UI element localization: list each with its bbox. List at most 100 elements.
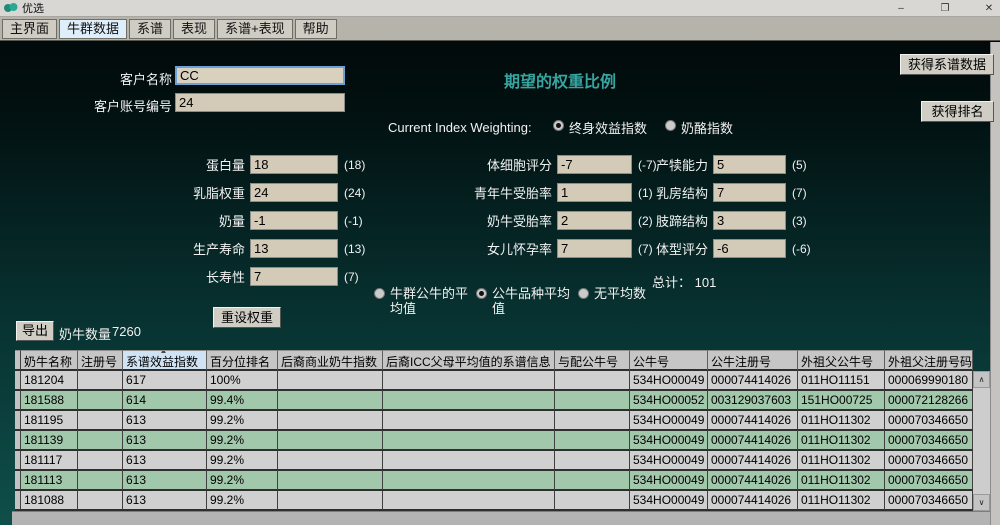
- table-cell[interactable]: [78, 391, 123, 411]
- table-cell[interactable]: 534HO00052: [630, 391, 708, 411]
- table-cell[interactable]: 003129037603: [708, 391, 798, 411]
- table-cell[interactable]: [383, 371, 555, 391]
- table-cell[interactable]: [78, 491, 123, 511]
- table-cell[interactable]: [278, 431, 383, 451]
- table-cell[interactable]: 181588: [21, 391, 78, 411]
- table-cell[interactable]: 151HO00725: [798, 391, 885, 411]
- column-header[interactable]: 外祖父公牛号: [798, 350, 885, 371]
- table-cell[interactable]: [383, 491, 555, 511]
- customer-account-input[interactable]: [175, 93, 345, 112]
- table-cell[interactable]: 534HO00049: [630, 411, 708, 431]
- radio-cheese-index[interactable]: 奶酪指数: [665, 118, 733, 137]
- table-cell[interactable]: 000070346650: [885, 411, 973, 431]
- table-row[interactable]: 18111761399.2%534HO00049000074414026011H…: [15, 451, 973, 471]
- tab-performance[interactable]: 表现: [173, 19, 215, 39]
- table-cell[interactable]: 000070346650: [885, 491, 973, 511]
- customer-name-input[interactable]: [175, 66, 345, 85]
- table-cell[interactable]: [278, 391, 383, 411]
- scroll-up-icon[interactable]: ∧: [973, 371, 990, 388]
- table-cell[interactable]: [555, 431, 630, 451]
- table-cell[interactable]: 000074414026: [708, 471, 798, 491]
- table-cell[interactable]: 181117: [21, 451, 78, 471]
- table-cell[interactable]: 99.2%: [207, 471, 278, 491]
- table-cell[interactable]: 613: [123, 471, 207, 491]
- table-cell[interactable]: 011HO11302: [798, 491, 885, 511]
- table-cell[interactable]: [278, 471, 383, 491]
- table-cell[interactable]: 614: [123, 391, 207, 411]
- weight-input-udder-composite[interactable]: [713, 183, 786, 202]
- table-cell[interactable]: [383, 391, 555, 411]
- table-cell[interactable]: 613: [123, 451, 207, 471]
- table-cell[interactable]: [78, 471, 123, 491]
- table-cell[interactable]: 011HO11302: [798, 431, 885, 451]
- weight-input-heifer-conception[interactable]: [557, 183, 632, 202]
- table-cell[interactable]: 181204: [21, 371, 78, 391]
- weight-input-daughter-pregnancy[interactable]: [557, 239, 632, 258]
- table-cell[interactable]: [78, 371, 123, 391]
- table-cell[interactable]: [383, 431, 555, 451]
- table-cell[interactable]: 613: [123, 431, 207, 451]
- table-cell[interactable]: 000070346650: [885, 451, 973, 471]
- table-cell[interactable]: [383, 471, 555, 491]
- restore-icon[interactable]: ❐: [938, 3, 952, 14]
- radio-lifetime-benefit-index[interactable]: 终身效益指数: [553, 118, 647, 137]
- table-cell[interactable]: [78, 431, 123, 451]
- table-vertical-scrollbar[interactable]: ∧ ∨: [973, 371, 990, 511]
- table-cell[interactable]: 534HO00049: [630, 371, 708, 391]
- table-cell[interactable]: 011HO11302: [798, 451, 885, 471]
- weight-input-cow-conception[interactable]: [557, 211, 632, 230]
- radio-bull-breed-average[interactable]: 公牛品种平均值: [476, 286, 570, 316]
- column-header[interactable]: 后裔ICC父母平均值的系谱信息: [383, 350, 555, 371]
- table-cell[interactable]: [278, 371, 383, 391]
- table-cell[interactable]: 000069990180: [885, 371, 973, 391]
- table-cell[interactable]: 100%: [207, 371, 278, 391]
- table-cell[interactable]: 534HO00049: [630, 471, 708, 491]
- table-row[interactable]: 18111361399.2%534HO00049000074414026011H…: [15, 471, 973, 491]
- reset-weights-button[interactable]: 重设权重: [213, 307, 281, 328]
- weight-input-productive-life[interactable]: [250, 239, 338, 258]
- column-header[interactable]: 系谱效益指数▲: [123, 350, 207, 371]
- table-cell[interactable]: 534HO00049: [630, 491, 708, 511]
- tab-pedigree[interactable]: 系谱: [129, 19, 171, 39]
- table-row[interactable]: 181204 617100% 534HO00049000074414026011HO…: [15, 371, 973, 391]
- weight-input-longevity[interactable]: [250, 267, 338, 286]
- table-cell[interactable]: 181195: [21, 411, 78, 431]
- get-pedigree-data-button[interactable]: 获得系谱数据: [900, 54, 994, 75]
- table-cell[interactable]: 000074414026: [708, 451, 798, 471]
- minimize-icon[interactable]: –: [894, 3, 908, 14]
- table-row[interactable]: 18158861499.4%534HO00052003129037603151H…: [15, 391, 973, 411]
- get-ranking-button[interactable]: 获得排名: [921, 101, 994, 122]
- column-header[interactable]: 与配公牛号: [555, 350, 630, 371]
- table-cell[interactable]: 534HO00049: [630, 431, 708, 451]
- table-cell[interactable]: 534HO00049: [630, 451, 708, 471]
- column-header[interactable]: 公牛注册号: [708, 350, 798, 371]
- table-cell[interactable]: [383, 451, 555, 471]
- close-icon[interactable]: ✕: [982, 3, 996, 14]
- column-header[interactable]: 公牛号: [630, 350, 708, 371]
- column-header[interactable]: 百分位排名: [207, 350, 278, 371]
- table-cell[interactable]: 000074414026: [708, 371, 798, 391]
- table-cell[interactable]: [278, 411, 383, 431]
- weight-input-protein[interactable]: [250, 155, 338, 174]
- table-cell[interactable]: 613: [123, 411, 207, 431]
- scroll-down-icon[interactable]: ∨: [973, 494, 990, 511]
- table-cell[interactable]: 000072128266: [885, 391, 973, 411]
- table-cell[interactable]: 000074414026: [708, 431, 798, 451]
- table-cell[interactable]: 99.2%: [207, 431, 278, 451]
- table-cell[interactable]: [78, 411, 123, 431]
- table-cell[interactable]: [278, 451, 383, 471]
- column-header[interactable]: 后裔商业奶牛指数: [278, 350, 383, 371]
- table-cell[interactable]: [383, 411, 555, 431]
- column-header[interactable]: 外祖父注册号码: [885, 350, 973, 371]
- table-cell[interactable]: 011HO11151: [798, 371, 885, 391]
- table-cell[interactable]: 99.2%: [207, 411, 278, 431]
- table-cell[interactable]: 99.2%: [207, 491, 278, 511]
- table-row[interactable]: 18108861399.2%534HO00049000074414026011H…: [15, 491, 973, 511]
- table-cell[interactable]: 181139: [21, 431, 78, 451]
- radio-herd-bull-average[interactable]: 牛群公牛的平均值: [374, 286, 468, 316]
- table-cell[interactable]: 181088: [21, 491, 78, 511]
- export-button[interactable]: 导出: [16, 321, 54, 341]
- table-cell[interactable]: [555, 411, 630, 431]
- table-cell[interactable]: 011HO11302: [798, 471, 885, 491]
- table-cell[interactable]: 617: [123, 371, 207, 391]
